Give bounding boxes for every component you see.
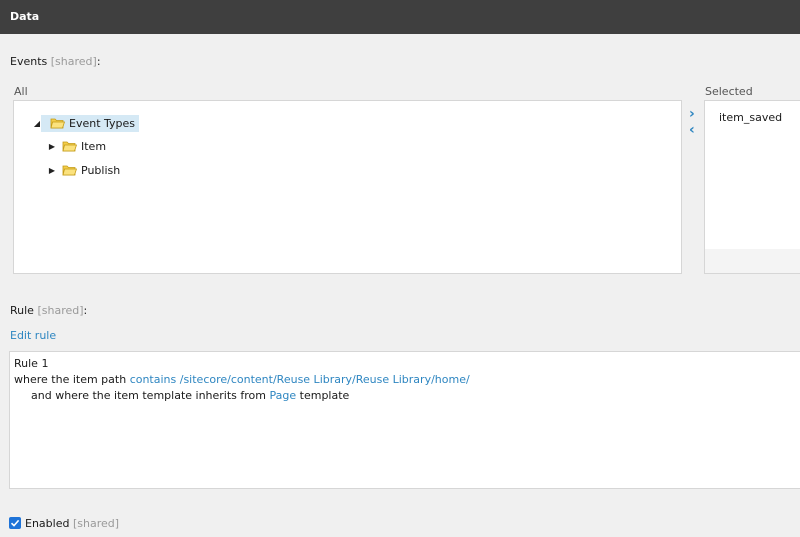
chevron-left-icon: ‹ xyxy=(689,122,695,138)
collapsed-triangle-icon[interactable]: ▶ xyxy=(48,142,56,151)
events-field-label: Events [shared]: xyxy=(10,55,101,68)
selected-item[interactable]: item_saved xyxy=(719,111,782,124)
rule-label: Rule xyxy=(10,304,34,317)
rule-condition-2-prefix: and where the item template inherits fro… xyxy=(31,389,270,402)
rule-name: Rule 1 xyxy=(14,357,49,370)
rule-condition-1: where the item path contains /sitecore/c… xyxy=(14,373,470,386)
events-colon: : xyxy=(96,55,101,68)
checkmark-icon xyxy=(10,519,20,527)
tree-node-item[interactable]: ▶ Item xyxy=(48,136,106,156)
tree-node-label: Event Types xyxy=(69,116,136,130)
tree-node-publish[interactable]: ▶ Publish xyxy=(48,160,120,180)
enabled-label: Enabled xyxy=(25,517,70,530)
add-selected-button[interactable]: › xyxy=(689,106,695,122)
folder-icon xyxy=(50,118,65,129)
expanded-triangle-icon[interactable]: ◢ xyxy=(33,119,41,128)
tree-node-label: Item xyxy=(81,139,107,153)
selected-events-list[interactable]: item_saved xyxy=(704,100,800,274)
tree-node-label: Publish xyxy=(81,163,121,177)
folder-icon xyxy=(62,141,77,152)
rule-operator-link[interactable]: contains xyxy=(130,373,177,386)
rule-path-link[interactable]: /sitecore/content/Reuse Library/Reuse Li… xyxy=(180,373,470,386)
enabled-field-label: Enabled [shared] xyxy=(25,517,119,530)
tree-node-event-types[interactable]: ◢ Event Types xyxy=(33,113,140,133)
rule-condition-2-suffix: template xyxy=(296,389,350,402)
rule-display-box: Rule 1 where the item path contains /sit… xyxy=(9,351,800,489)
rule-condition-2: and where the item template inherits fro… xyxy=(31,389,349,402)
selected-list-label: Selected xyxy=(705,85,753,98)
enabled-checkbox[interactable] xyxy=(9,517,21,529)
rule-colon: : xyxy=(83,304,88,317)
collapsed-triangle-icon[interactable]: ▶ xyxy=(48,166,56,175)
events-shared-tag: [shared] xyxy=(50,55,97,68)
all-list-label: All xyxy=(14,85,28,98)
section-title: Data xyxy=(10,10,40,23)
chevron-right-icon: › xyxy=(689,106,695,122)
remove-selected-button[interactable]: ‹ xyxy=(689,122,695,138)
edit-rule-link[interactable]: Edit rule xyxy=(10,329,56,342)
rule-condition-1-prefix: where the item path xyxy=(14,373,130,386)
section-header[interactable]: Data xyxy=(0,0,800,34)
rule-template-link[interactable]: Page xyxy=(270,389,297,402)
folder-icon xyxy=(62,165,77,176)
all-events-tree[interactable]: ◢ Event Types ▶ Item ▶ Publish xyxy=(13,100,682,274)
events-label: Events xyxy=(10,55,48,68)
tree-node-event-types-selection[interactable]: Event Types xyxy=(41,114,140,132)
rule-shared-tag: [shared] xyxy=(37,304,84,317)
rule-field-label: Rule [shared]: xyxy=(10,304,87,317)
enabled-shared-tag: [shared] xyxy=(72,517,120,530)
